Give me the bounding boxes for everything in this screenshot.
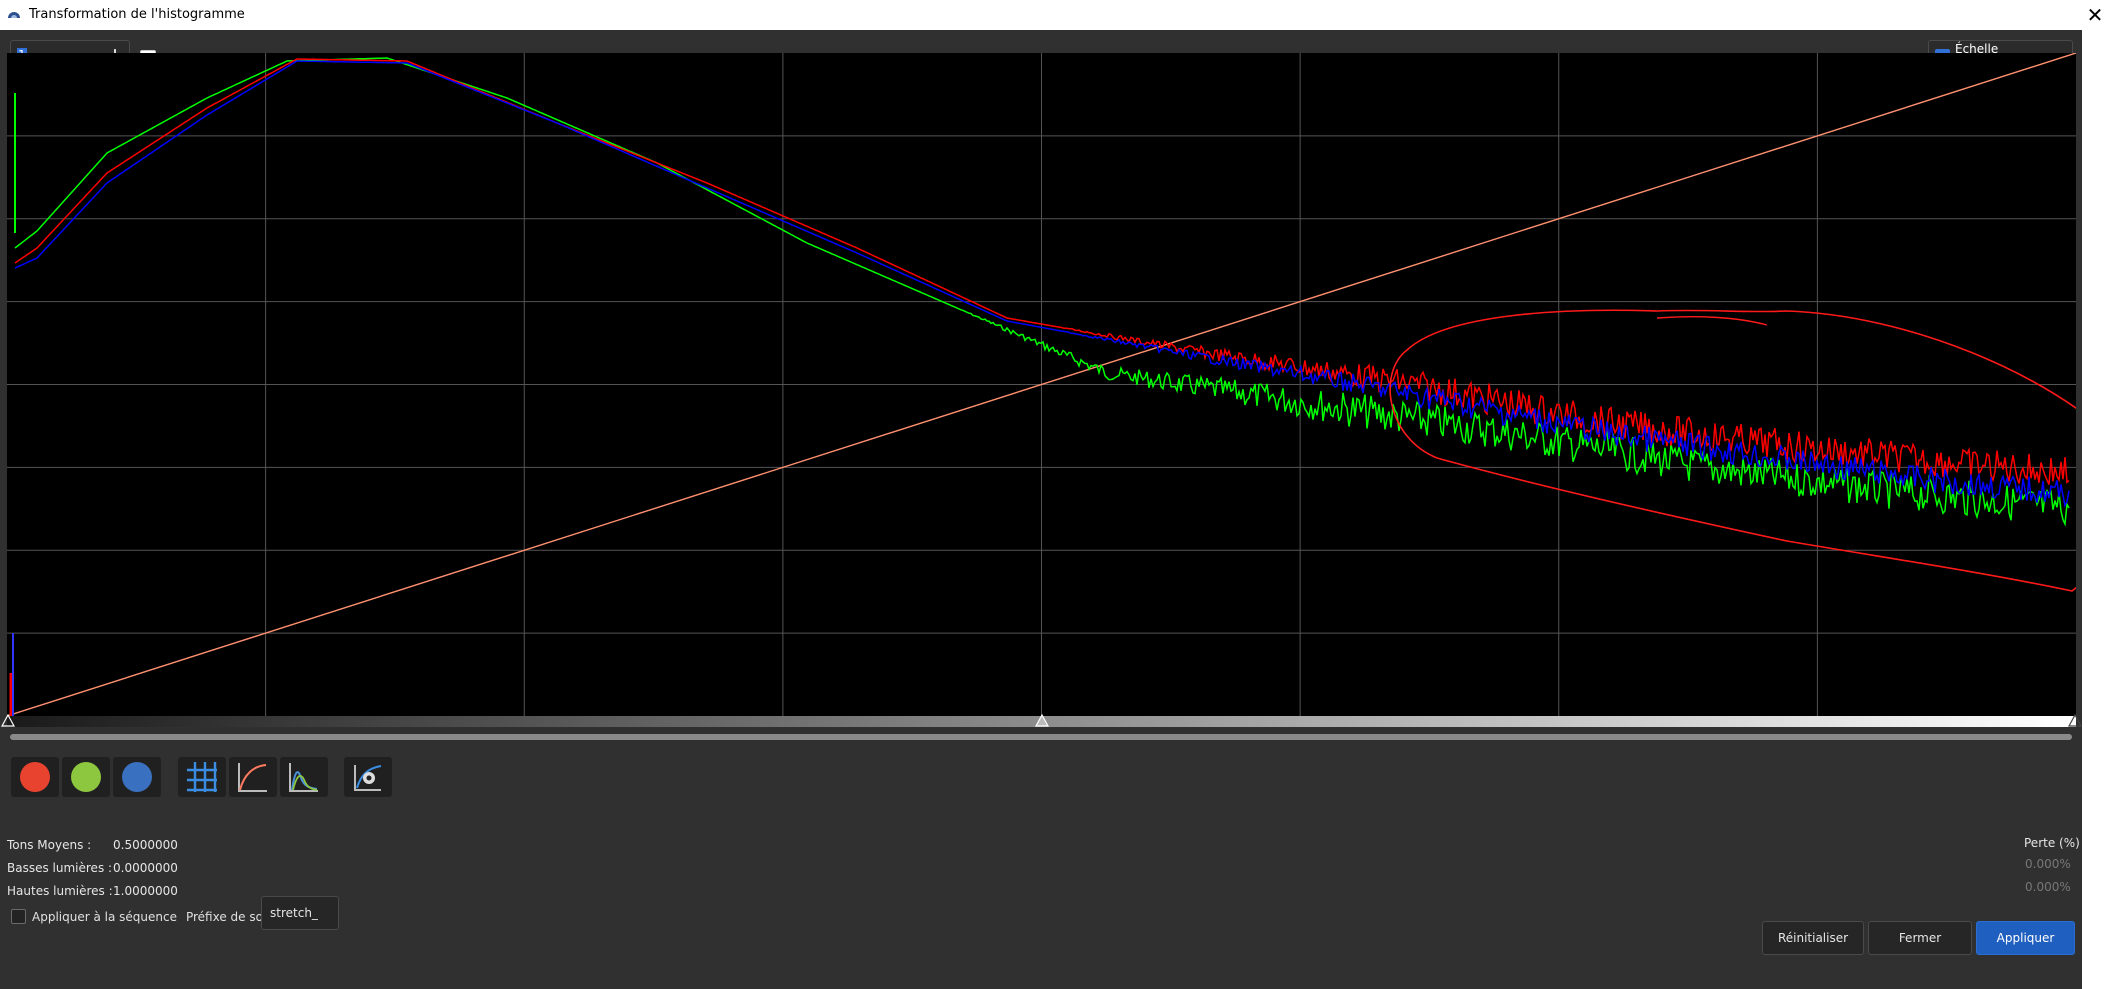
histogram-overlay-toggle[interactable] (280, 757, 328, 797)
green-channel-toggle[interactable] (62, 757, 110, 797)
curve-toggle[interactable] (229, 757, 277, 797)
apply-sequence-row[interactable]: Appliquer à la séquence Préfixe de sorti… (11, 909, 291, 924)
shadows-label: Basses lumières : (7, 861, 113, 875)
close-icon: ✕ (2086, 3, 2104, 27)
window-title: Transformation de l'histogramme (29, 7, 245, 22)
highlights-label: Hautes lumières : (7, 884, 113, 898)
grid-toggle[interactable] (178, 757, 226, 797)
prefix-input[interactable]: stretch_ (261, 896, 339, 930)
reset-button[interactable]: Réinitialiser (1762, 921, 1864, 955)
grid-icon (187, 762, 217, 792)
loss-highlights-value: 0.000% (2025, 880, 2071, 894)
auto-stretch-button[interactable] (344, 757, 392, 797)
shadows-handle[interactable] (1, 714, 15, 727)
red-dot-icon (20, 762, 50, 792)
loss-shadows-value: 0.000% (2025, 857, 2071, 871)
midtones-label: Tons Moyens : (7, 838, 92, 852)
histogram-overlay-icon (289, 763, 318, 792)
green-dot-icon (71, 762, 101, 792)
blue-dot-icon (122, 762, 152, 792)
close-button[interactable]: Fermer (1868, 921, 1972, 955)
horizontal-scrollbar[interactable] (10, 734, 2072, 740)
apply-sequence-label: Appliquer à la séquence (32, 909, 177, 924)
highlights-value[interactable]: 1.0000000 (113, 884, 178, 898)
shadows-value[interactable]: 0.0000000 (113, 861, 178, 875)
apply-sequence-checkbox[interactable] (11, 909, 26, 924)
apply-button[interactable]: Appliquer (1976, 921, 2075, 955)
midtones-handle[interactable] (1035, 714, 1049, 727)
loss-label: Perte (%) (2024, 836, 2080, 850)
title-bar: Transformation de l'histogramme ✕ (0, 0, 2121, 30)
midtones-value[interactable]: 0.5000000 (113, 838, 178, 852)
levels-slider[interactable] (1, 714, 2082, 727)
close-window-button[interactable]: ✕ (2069, 0, 2121, 30)
histogram-plot[interactable] (7, 53, 2076, 716)
highlights-handle[interactable] (2068, 714, 2082, 727)
background-strip (2082, 30, 2121, 989)
siril-app-icon (8, 12, 20, 18)
annotation-ellipse (1389, 309, 2076, 592)
auto-stretch-icon (354, 765, 382, 791)
red-channel-toggle[interactable] (11, 757, 59, 797)
annotation-scribble (1656, 315, 1768, 326)
blue-channel-toggle[interactable] (113, 757, 161, 797)
curve-icon (238, 763, 267, 792)
